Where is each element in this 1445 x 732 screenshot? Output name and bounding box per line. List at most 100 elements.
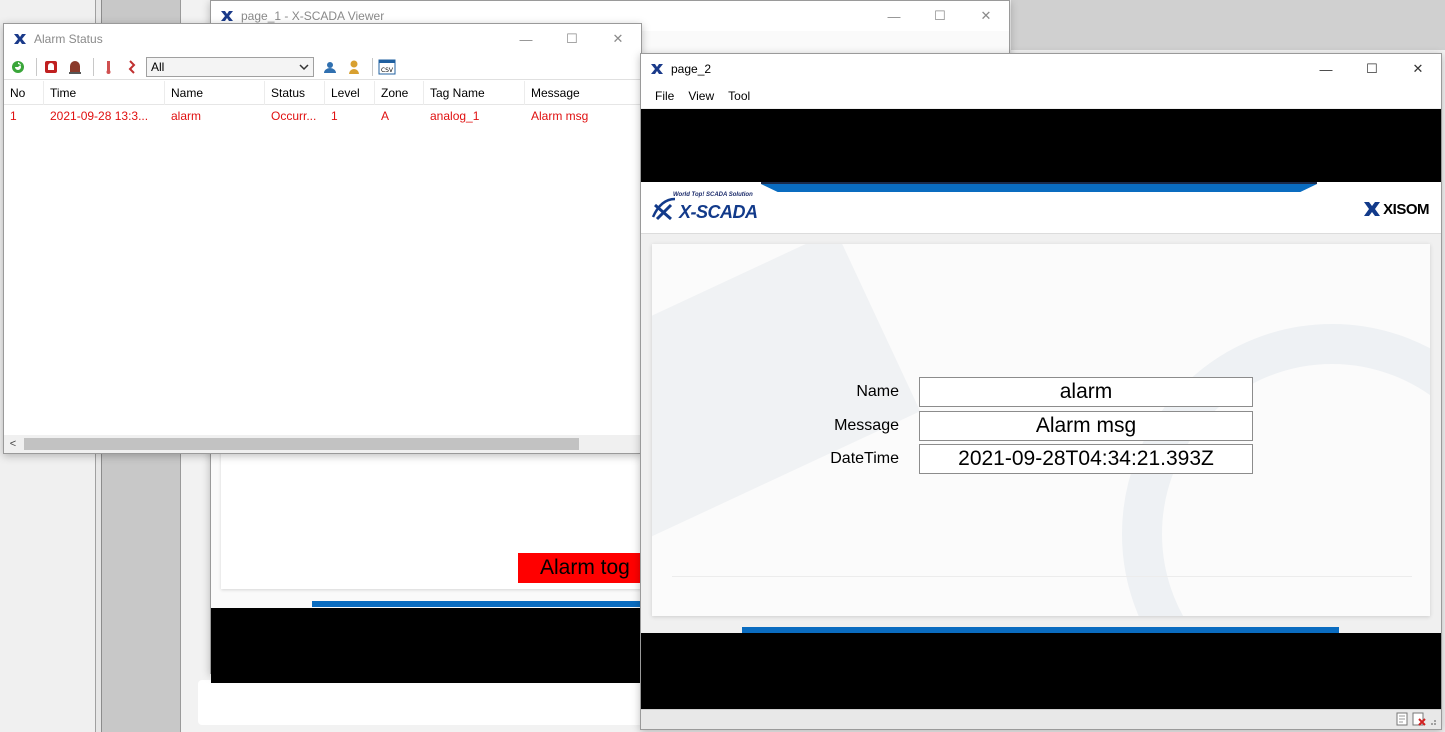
siren-icon (69, 60, 81, 74)
svg-text:CSV: CSV (381, 67, 394, 74)
header-blue-tab (761, 184, 1317, 192)
column-header-zone[interactable]: Zone (375, 80, 424, 105)
field-row-name: Name alarm (652, 377, 1253, 407)
table-row[interactable]: 1 2021-09-28 13:3... alarm Occurr... 1 A… (4, 105, 641, 127)
alarm-window-title: Alarm Status (34, 32, 103, 46)
cell-status: Occurr... (271, 109, 317, 123)
cell-message: Alarm msg (531, 109, 589, 123)
toolbar-separator (36, 57, 37, 76)
page2-alarm-card: Name alarm Message Alarm msg DateTime 20… (652, 244, 1430, 616)
page2-footer-bar (641, 633, 1441, 709)
filter-select-value: All (151, 59, 165, 74)
desktop-workspace-right (1011, 0, 1445, 50)
csv-icon: CSV (378, 59, 396, 74)
user-icon (349, 60, 359, 74)
document-icon[interactable] (1395, 712, 1411, 726)
alarm-toolbar: All CSV (4, 54, 641, 80)
field-row-message: Message Alarm msg (652, 411, 1253, 441)
refresh-icon (12, 60, 24, 73)
sort-icon (128, 59, 136, 74)
xscada-app-icon (651, 64, 663, 74)
column-header-status[interactable]: Status (265, 80, 325, 105)
field-value-datetime: 2021-09-28T04:34:21.393Z (919, 444, 1253, 474)
column-header-time[interactable]: Time (44, 80, 165, 105)
field-label-message: Message (834, 417, 899, 434)
column-header-no[interactable]: No (4, 80, 44, 105)
xisom-logo-icon (1364, 202, 1381, 216)
alarm-status-window: Alarm Status — ☐ ✕ All CSV No Time Name … (3, 23, 642, 454)
page2-header: World Top! SCADA Solution X-SCADA XISOM (641, 182, 1441, 234)
alarm-filter-select[interactable]: All (146, 56, 314, 77)
acknowledge-all-button[interactable] (65, 57, 85, 77)
user-button[interactable] (344, 57, 364, 77)
cell-time: 2021-09-28 13:3... (50, 109, 149, 123)
page1-close-button[interactable]: ✕ (963, 1, 1009, 31)
cell-name: alarm (171, 109, 202, 123)
cell-tag-name: analog_1 (430, 109, 480, 123)
field-row-datetime: DateTime 2021-09-28T04:34:21.393Z (652, 444, 1253, 474)
horizontal-scrollbar[interactable]: < (4, 435, 641, 453)
xisom-logo: XISOM (1363, 200, 1429, 218)
menu-view[interactable]: View (688, 89, 714, 103)
page2-top-black-bar (641, 109, 1441, 182)
export-csv-button[interactable]: CSV (377, 57, 397, 77)
alarm-close-button[interactable]: ✕ (595, 24, 641, 54)
page1-minimize-button[interactable]: — (871, 1, 917, 31)
toolbar-separator (372, 57, 373, 76)
alarm-grid: No Time Name Status Level Zone Tag Name … (4, 80, 641, 437)
xscada-logo-icon (651, 197, 676, 220)
cell-level: 1 (331, 109, 338, 123)
alarm-grid-header: No Time Name Status Level Zone Tag Name … (4, 80, 641, 105)
cell-zone: A (381, 109, 390, 123)
scrollbar-thumb[interactable] (24, 438, 579, 450)
header-dark-line (761, 182, 1317, 184)
user-group-button[interactable] (320, 57, 340, 77)
column-header-name[interactable]: Name (165, 80, 265, 105)
alarm-minimize-button[interactable]: — (503, 24, 549, 54)
alarm-bell-icon (45, 60, 57, 73)
card-divider (672, 576, 1412, 577)
page2-close-button[interactable]: ✕ (1395, 54, 1441, 84)
page1-maximize-button[interactable]: ☐ (917, 1, 963, 31)
resize-grip-icon[interactable] (1427, 712, 1437, 726)
page2-window: page_2 — ☐ ✕ File View Tool World Top! S… (640, 53, 1442, 730)
page2-statusbar (641, 709, 1441, 729)
thermometer-icon (106, 60, 111, 74)
page2-menubar: File View Tool (641, 84, 1441, 108)
background-panel (198, 680, 648, 725)
page1-blue-bar (312, 601, 652, 607)
xisom-logo-text: XISOM (1383, 200, 1429, 218)
acknowledge-button[interactable] (41, 57, 61, 77)
filter-sort-button[interactable] (122, 57, 142, 77)
menu-file[interactable]: File (655, 89, 674, 103)
users-icon (324, 61, 336, 73)
alarm-toggle-button[interactable]: Alarm tog (518, 553, 658, 583)
page2-titlebar[interactable]: page_2 — ☐ ✕ (641, 54, 1441, 84)
page1-window-title: page_1 - X-SCADA Viewer (241, 9, 385, 23)
field-label-name: Name (856, 383, 899, 400)
xscada-app-icon (221, 11, 233, 21)
alarm-maximize-button[interactable]: ☐ (549, 24, 595, 54)
page2-maximize-button[interactable]: ☐ (1349, 54, 1395, 84)
xscada-app-icon (14, 34, 26, 44)
field-value-name: alarm (919, 377, 1253, 407)
refresh-button[interactable] (8, 57, 28, 77)
xscada-tagline: World Top! SCADA Solution (673, 192, 753, 198)
document-error-icon[interactable] (1411, 712, 1427, 726)
field-value-message: Alarm msg (919, 411, 1253, 441)
page2-window-title: page_2 (671, 62, 712, 76)
column-header-level[interactable]: Level (325, 80, 375, 105)
chevron-down-icon (299, 63, 309, 70)
cell-no: 1 (10, 109, 17, 123)
page2-minimize-button[interactable]: — (1303, 54, 1349, 84)
filter-level-button[interactable] (98, 57, 118, 77)
alarm-titlebar[interactable]: Alarm Status — ☐ ✕ (4, 24, 641, 54)
xscada-logo-text: X-SCADA (679, 202, 758, 222)
toolbar-separator (93, 57, 94, 76)
scroll-left-icon[interactable]: < (4, 438, 22, 450)
menu-tool[interactable]: Tool (728, 89, 750, 103)
field-label-datetime: DateTime (830, 450, 899, 467)
xscada-logo: World Top! SCADA Solution X-SCADA (651, 192, 758, 223)
column-header-message[interactable]: Message (525, 80, 641, 105)
column-header-tag-name[interactable]: Tag Name (424, 80, 525, 105)
